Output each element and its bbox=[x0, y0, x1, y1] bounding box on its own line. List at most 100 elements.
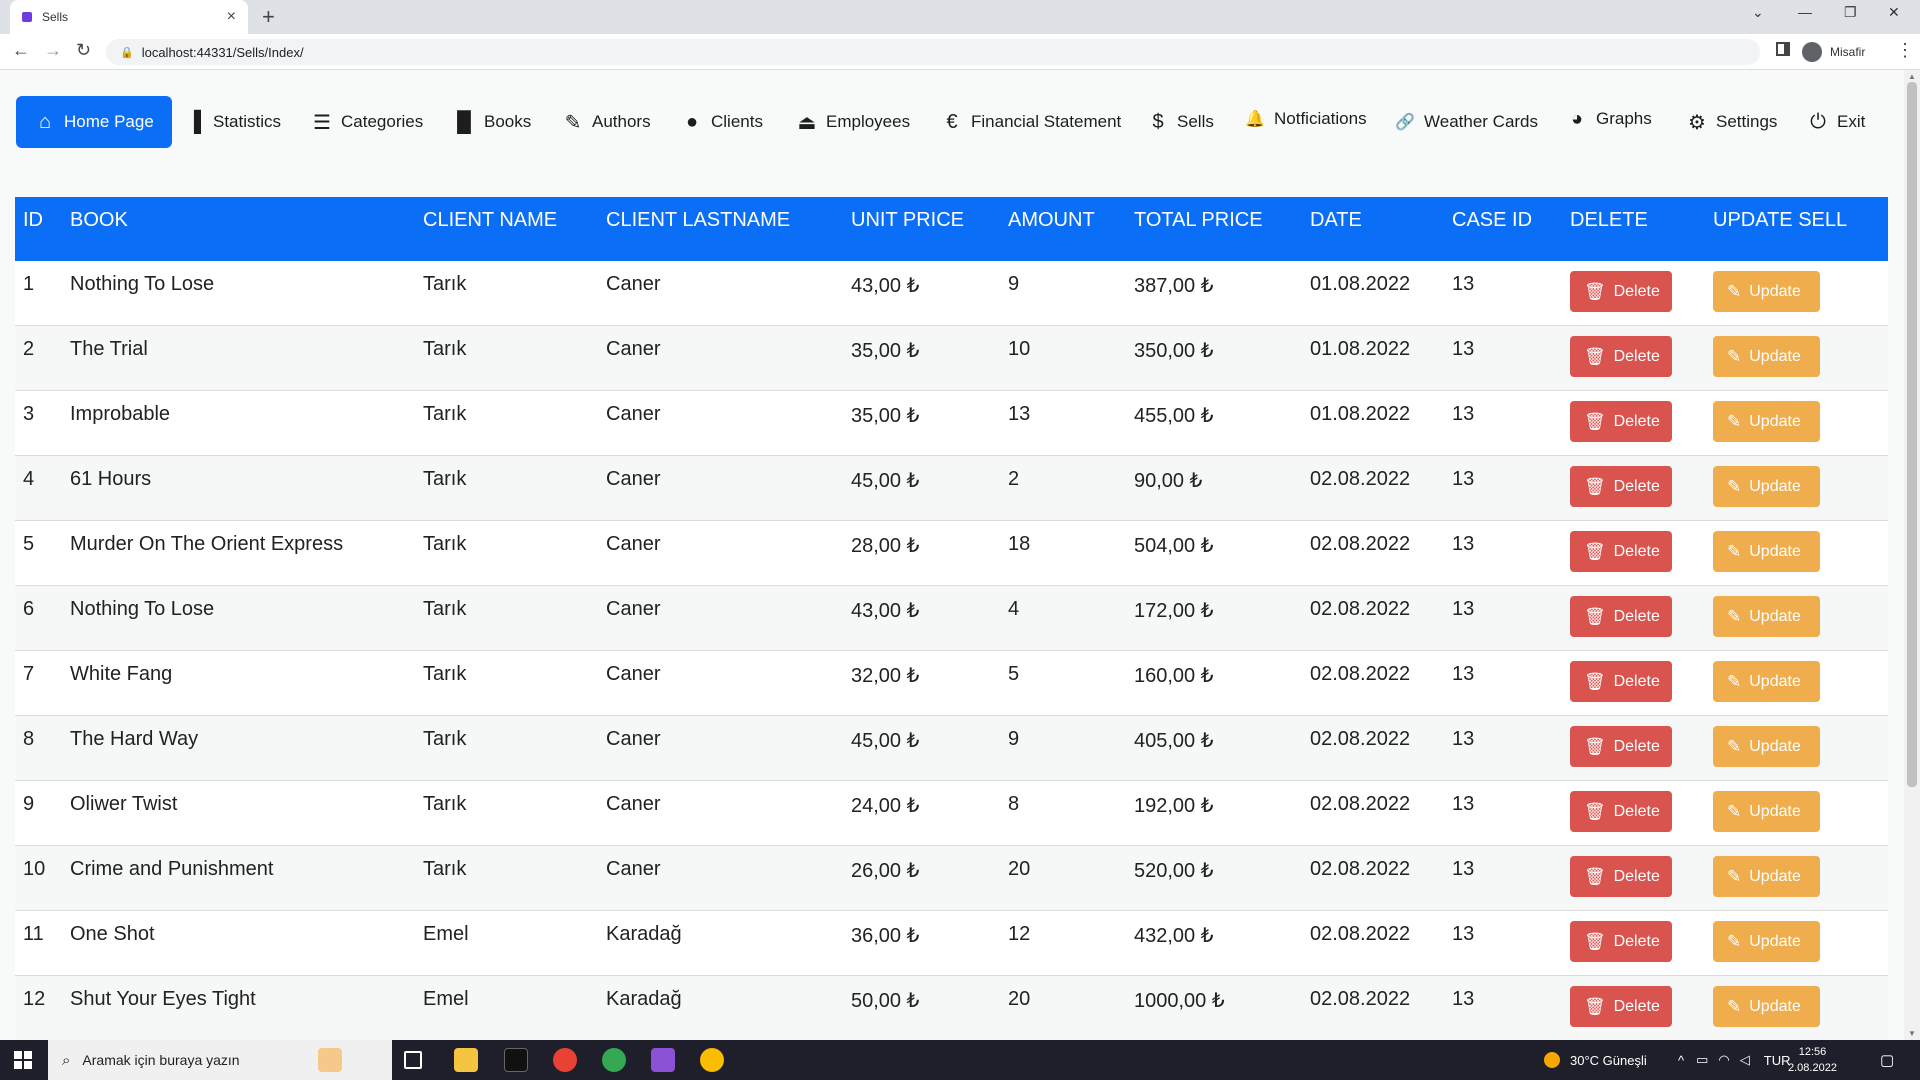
nav-financial-statement[interactable]: € Financial Statement bbox=[941, 96, 1121, 148]
volume-icon[interactable]: ◁ bbox=[1740, 1052, 1750, 1068]
language-indicator[interactable]: TUR bbox=[1764, 1053, 1791, 1068]
update-label: Update bbox=[1749, 607, 1801, 625]
nav-home-page[interactable]: ⌂ Home Page bbox=[16, 96, 172, 148]
windows-start-icon[interactable] bbox=[14, 1051, 32, 1069]
restore-icon[interactable]: ❐ bbox=[1844, 4, 1857, 21]
weather-tray[interactable]: 30°C Güneşli bbox=[1544, 1040, 1647, 1080]
task-view-icon[interactable] bbox=[404, 1051, 422, 1069]
clock[interactable]: 12:56 2.08.2022 bbox=[1788, 1044, 1837, 1076]
trash-icon: 🗑 bbox=[1584, 736, 1606, 756]
update-button[interactable]: ✎ Update bbox=[1713, 856, 1820, 897]
cell-date: 02.08.2022 bbox=[1310, 598, 1411, 620]
cell-date: 02.08.2022 bbox=[1310, 468, 1411, 490]
notifications-icon[interactable]: ▢ bbox=[1880, 1040, 1894, 1080]
delete-button[interactable]: 🗑 Delete bbox=[1570, 661, 1672, 702]
cell-client-name: Emel bbox=[423, 988, 469, 1010]
nav-sells[interactable]: $ Sells bbox=[1147, 96, 1213, 148]
scroll-down-icon[interactable]: ▼ bbox=[1908, 1029, 1916, 1038]
update-button[interactable]: ✎ Update bbox=[1713, 531, 1820, 572]
scroll-up-icon[interactable]: ▲ bbox=[1908, 72, 1916, 81]
nav-authors[interactable]: ✎ Authors bbox=[562, 96, 651, 148]
cell-client-name: Tarık bbox=[423, 793, 467, 815]
cell-client-name: Tarık bbox=[423, 728, 467, 750]
nav-exit[interactable]: ⏻ Exit bbox=[1807, 96, 1865, 148]
visual-studio-icon[interactable] bbox=[651, 1048, 675, 1072]
chrome-icon[interactable] bbox=[553, 1048, 577, 1072]
delete-button[interactable]: 🗑 Delete bbox=[1570, 986, 1672, 1027]
nav-categories[interactable]: ☰ Categories bbox=[311, 96, 423, 148]
delete-button[interactable]: 🗑 Delete bbox=[1570, 271, 1672, 312]
close-window-icon[interactable]: ✕ bbox=[1888, 4, 1900, 21]
update-button[interactable]: ✎ Update bbox=[1713, 336, 1820, 377]
file-explorer-icon[interactable] bbox=[454, 1048, 478, 1072]
tab-close-icon[interactable]: × bbox=[227, 8, 236, 26]
cell-id: 9 bbox=[23, 793, 35, 815]
url-field[interactable]: 🔒 localhost:44331/Sells/Index/ bbox=[106, 39, 1760, 65]
side-panel-icon[interactable] bbox=[1776, 42, 1790, 56]
home-icon: ⌂ bbox=[38, 110, 52, 133]
update-button[interactable]: ✎ Update bbox=[1713, 661, 1820, 702]
terminal-icon[interactable] bbox=[504, 1048, 528, 1072]
update-button[interactable]: ✎ Update bbox=[1713, 401, 1820, 442]
browser-tab[interactable]: Sells × bbox=[10, 0, 248, 34]
nav-clients[interactable]: ● Clients bbox=[681, 96, 763, 148]
nav-weather-cards[interactable]: 🔗 Weather Cards bbox=[1394, 96, 1538, 148]
update-button[interactable]: ✎ Update bbox=[1713, 986, 1820, 1027]
table-row: 6 Nothing To Lose Tarık Caner 43,00 ₺ 4 172,00… bbox=[15, 586, 1888, 651]
menu-icon[interactable]: ⋮ bbox=[1896, 40, 1914, 61]
page-scrollbar[interactable]: ▲ ▼ bbox=[1904, 70, 1920, 1040]
system-tray-icons[interactable]: ^ ▭ ◠ ◁ TUR bbox=[1678, 1040, 1790, 1080]
chrome-profile-icon[interactable] bbox=[602, 1048, 626, 1072]
new-tab-button[interactable]: + bbox=[262, 4, 275, 30]
trash-icon: 🗑 bbox=[1584, 801, 1606, 821]
delete-button[interactable]: 🗑 Delete bbox=[1570, 531, 1672, 572]
wifi-icon[interactable]: ◠ bbox=[1718, 1052, 1729, 1068]
delete-button[interactable]: 🗑 Delete bbox=[1570, 596, 1672, 637]
update-label: Update bbox=[1749, 672, 1801, 690]
delete-button[interactable]: 🗑 Delete bbox=[1570, 401, 1672, 442]
update-button[interactable]: ✎ Update bbox=[1713, 726, 1820, 767]
forward-icon[interactable]: → bbox=[44, 40, 62, 61]
cell-date: 02.08.2022 bbox=[1310, 533, 1411, 555]
nav-settings[interactable]: ⚙ Settings bbox=[1686, 96, 1777, 148]
delete-button[interactable]: 🗑 Delete bbox=[1570, 791, 1672, 832]
minimize-icon[interactable]: — bbox=[1798, 4, 1812, 20]
cell-client-lastname: Caner bbox=[606, 858, 661, 880]
nav-employees[interactable]: ⏏ Employees bbox=[796, 96, 911, 148]
update-label: Update bbox=[1749, 867, 1801, 885]
delete-button[interactable]: 🗑 Delete bbox=[1570, 856, 1672, 897]
cell-total-price: 504,00 ₺ bbox=[1134, 535, 1214, 557]
tab-search-icon[interactable]: ⌄ bbox=[1752, 4, 1764, 21]
edit-icon: ✎ bbox=[1727, 476, 1742, 496]
cell-total-price: 172,00 ₺ bbox=[1134, 600, 1214, 622]
battery-icon[interactable]: ▭ bbox=[1696, 1052, 1708, 1068]
chrome-active-icon[interactable] bbox=[700, 1048, 724, 1072]
cell-book: Crime and Punishment bbox=[70, 858, 274, 880]
nav-statistics[interactable]: ▐ Statistics bbox=[183, 96, 281, 148]
delete-button[interactable]: 🗑 Delete bbox=[1570, 336, 1672, 377]
cell-unit-price: 43,00 ₺ bbox=[851, 600, 920, 622]
weather-text: 30°C Güneşli bbox=[1570, 1052, 1647, 1068]
nav-books[interactable]: ▉ Books bbox=[454, 96, 531, 148]
news-widget-icon[interactable] bbox=[318, 1048, 342, 1072]
update-button[interactable]: ✎ Update bbox=[1713, 271, 1820, 312]
scroll-thumb[interactable] bbox=[1907, 82, 1917, 787]
edit-icon: ✎ bbox=[1727, 931, 1742, 951]
nav-notifications[interactable]: 🔔 Notficiations bbox=[1244, 93, 1367, 145]
update-button[interactable]: ✎ Update bbox=[1713, 466, 1820, 507]
delete-label: Delete bbox=[1613, 802, 1660, 820]
reload-icon[interactable]: ↻ bbox=[76, 40, 91, 61]
delete-button[interactable]: 🗑 Delete bbox=[1570, 466, 1672, 507]
nav-label: Books bbox=[484, 112, 532, 131]
update-button[interactable]: ✎ Update bbox=[1713, 921, 1820, 962]
avatar-icon bbox=[1802, 42, 1822, 62]
delete-button[interactable]: 🗑 Delete bbox=[1570, 726, 1672, 767]
chevron-up-icon[interactable]: ^ bbox=[1678, 1053, 1684, 1068]
profile-button[interactable]: Misafir bbox=[1802, 40, 1865, 64]
update-button[interactable]: ✎ Update bbox=[1713, 791, 1820, 832]
delete-button[interactable]: 🗑 Delete bbox=[1570, 921, 1672, 962]
update-button[interactable]: ✎ Update bbox=[1713, 596, 1820, 637]
back-icon[interactable]: ← bbox=[12, 40, 30, 61]
url-text: localhost:44331/Sells/Index/ bbox=[141, 44, 304, 60]
nav-graphs[interactable]: ◕ Graphs bbox=[1566, 93, 1652, 145]
